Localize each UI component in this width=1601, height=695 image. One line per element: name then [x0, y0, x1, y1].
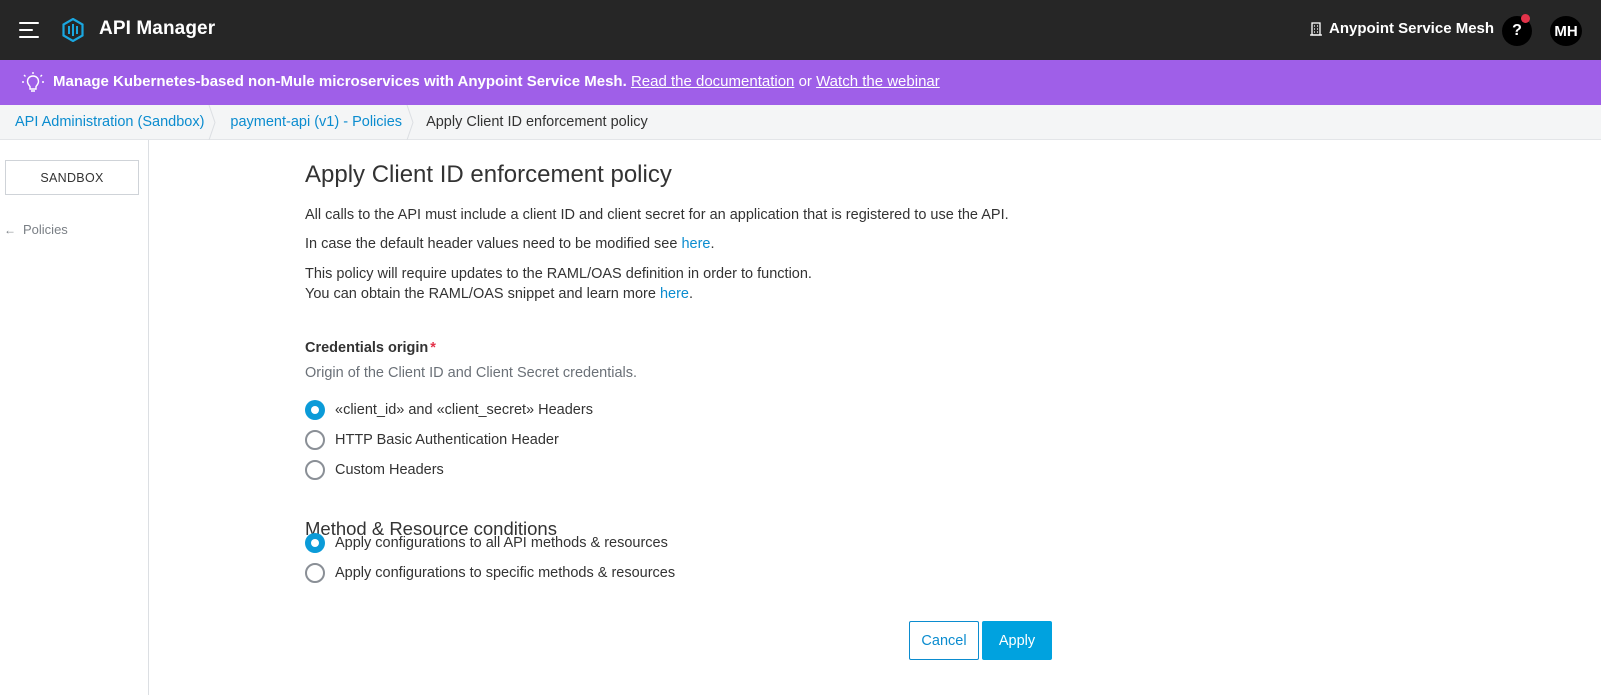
- apply-button[interactable]: Apply: [982, 621, 1052, 660]
- radio-unselected-icon[interactable]: [305, 460, 325, 480]
- service-mesh-link[interactable]: Anypoint Service Mesh: [1309, 20, 1494, 37]
- read-documentation-link[interactable]: Read the documentation: [631, 73, 794, 90]
- raml-note-line1: This policy will require updates to the …: [305, 266, 812, 282]
- required-marker: *: [430, 340, 436, 356]
- building-icon: [1310, 21, 1322, 36]
- back-link-label: Policies: [23, 222, 68, 237]
- radio-option-basic-auth[interactable]: HTTP Basic Authentication Header: [305, 430, 559, 450]
- hamburger-menu-icon[interactable]: [19, 22, 39, 38]
- radio-label: «client_id» and «client_secret» Headers: [335, 402, 593, 418]
- radio-selected-icon[interactable]: [305, 533, 325, 553]
- radio-label: Apply configurations to all API methods …: [335, 535, 668, 551]
- credentials-origin-description: Origin of the Client ID and Client Secre…: [305, 365, 638, 381]
- radio-label: HTTP Basic Authentication Header: [335, 432, 559, 448]
- radio-option-all-methods[interactable]: Apply configurations to all API methods …: [305, 533, 668, 553]
- breadcrumb-payment-api-policies[interactable]: payment-api (v1) - Policies: [230, 114, 402, 130]
- notification-dot: [1521, 14, 1530, 23]
- radio-option-client-headers[interactable]: «client_id» and «client_secret» Headers: [305, 400, 593, 420]
- top-bar: API Manager Anypoint Service Mesh ? MH: [0, 0, 1601, 60]
- breadcrumb-item: API Administration (Sandbox): [0, 104, 216, 140]
- lightbulb-icon: [22, 72, 44, 92]
- api-manager-logo-icon: [62, 18, 84, 42]
- breadcrumb-current: Apply Client ID enforcement policy: [426, 114, 648, 130]
- radio-option-custom-headers[interactable]: Custom Headers: [305, 460, 444, 480]
- banner-text: Manage Kubernetes-based non-Mule microse…: [53, 73, 940, 90]
- raml-note-line2: You can obtain the RAML/OAS snippet and …: [305, 284, 693, 304]
- raml-note-suffix: .: [688, 286, 693, 302]
- back-to-policies-link[interactable]: ← Policies: [4, 222, 68, 237]
- raml-snippet-link[interactable]: here: [660, 286, 689, 302]
- credentials-origin-label-text: Credentials origin: [305, 340, 429, 356]
- radio-label: Custom Headers: [335, 462, 444, 478]
- radio-label: Apply configurations to specific methods…: [335, 565, 676, 581]
- radio-selected-icon[interactable]: [305, 400, 325, 420]
- breadcrumb: API Administration (Sandbox) payment-api…: [0, 104, 1601, 140]
- header-note: In case the default header values need t…: [305, 234, 715, 254]
- app-title: API Manager: [99, 18, 216, 39]
- avatar[interactable]: MH: [1550, 16, 1582, 46]
- service-mesh-label: Anypoint Service Mesh: [1329, 20, 1495, 37]
- environment-button[interactable]: SANDBOX: [5, 160, 139, 195]
- radio-option-specific-methods[interactable]: Apply configurations to specific methods…: [305, 563, 675, 583]
- banner-connector: or: [798, 73, 812, 90]
- cancel-button[interactable]: Cancel: [909, 621, 979, 660]
- header-note-suffix: .: [710, 236, 715, 252]
- breadcrumb-item: payment-api (v1) - Policies: [215, 104, 414, 140]
- raml-note-text: You can obtain the RAML/OAS snippet and …: [305, 286, 660, 302]
- sidebar: SANDBOX ← Policies: [0, 140, 149, 695]
- header-note-text: In case the default header values need t…: [305, 236, 682, 252]
- page-title: Apply Client ID enforcement policy: [305, 161, 672, 188]
- radio-unselected-icon[interactable]: [305, 430, 325, 450]
- breadcrumb-api-administration[interactable]: API Administration (Sandbox): [15, 114, 204, 130]
- intro-text: All calls to the API must include a clie…: [305, 207, 1009, 223]
- watch-webinar-link[interactable]: Watch the webinar: [816, 73, 940, 90]
- banner-message: Manage Kubernetes-based non-Mule microse…: [53, 73, 627, 90]
- credentials-origin-label: Credentials origin *: [305, 340, 436, 356]
- radio-unselected-icon[interactable]: [305, 563, 325, 583]
- header-note-link[interactable]: here: [681, 236, 710, 252]
- announcement-banner: Manage Kubernetes-based non-Mule microse…: [0, 60, 1601, 105]
- arrow-left-icon: ←: [4, 222, 16, 237]
